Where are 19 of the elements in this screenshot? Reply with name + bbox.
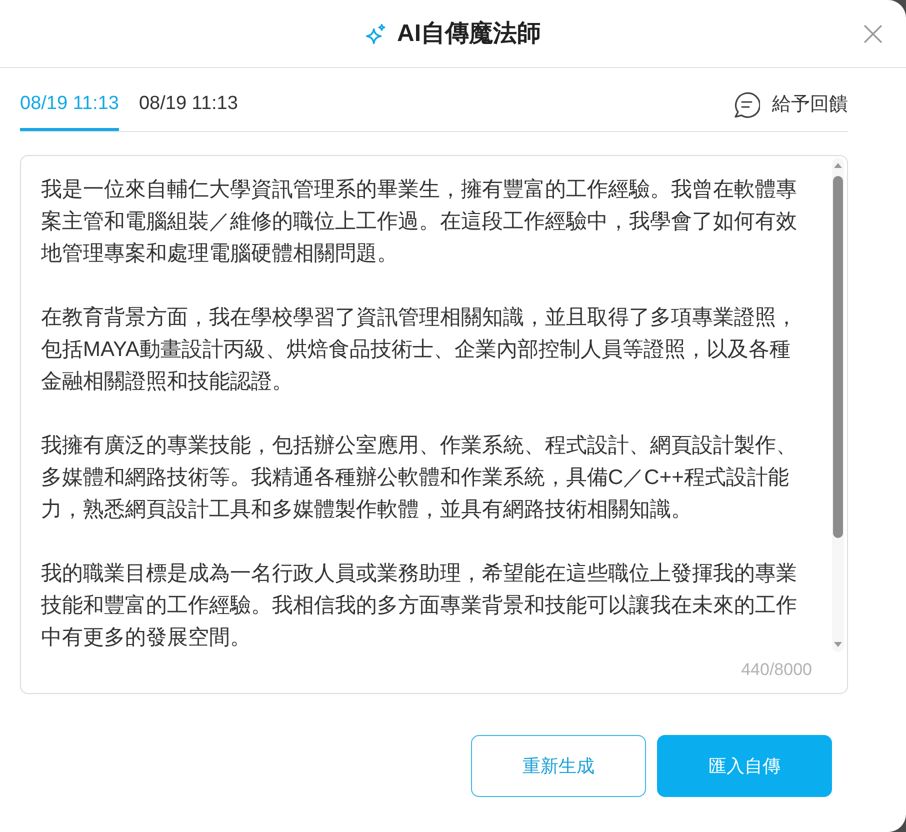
scroll-thumb[interactable] xyxy=(833,176,843,538)
dialog-title: AI自傳魔法師 xyxy=(397,18,541,48)
close-button[interactable] xyxy=(864,24,882,42)
scroll-down-icon[interactable] xyxy=(834,642,842,647)
text-area[interactable] xyxy=(20,155,848,694)
paragraph-text: 我擁有廣泛的專業技能，包括辦公室應用、作業系統、程式設計、網頁設計製作、多媒體和網路技術等。我精通各種辦公軟體和作業系統，具備C／C++程式設計能力，熟悉網頁設計工具和多媒體製作軟體，並具有網路技術相關知識。 xyxy=(41,433,798,523)
tab[interactable]: 08/19 11:13 xyxy=(20,92,119,131)
paragraph-text: 在教育背景方面，我在學校學習了資訊管理相關知識，並且取得了多項專業證照，包括MAYA動畫設計丙級、烘焙食品技術士、企業內部控制人員等證照，以及各種金融相關證照和技能認證。 xyxy=(41,305,798,395)
action-button[interactable]: 重新生成 xyxy=(471,735,646,797)
paragraph-text: 我是一位來自輔仁大學資訊管理系的畢業生，擁有豐富的工作經驗。我曾在軟體專案主管和電腦組裝／維修的職位上工作過。在這段工作經驗中，我學會了如何有效地管理專案和處理電腦硬體相關問題。 xyxy=(41,177,798,267)
scroll-up-icon[interactable] xyxy=(834,163,842,168)
chat-bubble-icon xyxy=(733,91,760,118)
close-icon xyxy=(864,24,882,42)
character-count: 440/8000 xyxy=(740,659,813,681)
sparkle-icon xyxy=(365,22,387,44)
action-button[interactable]: 匯入自傳 xyxy=(657,735,832,797)
feedback-button[interactable]: 給予回饋 xyxy=(733,91,848,118)
paragraph-text: 我的職業目標是成為一名行政人員或業務助理，希望能在這些職位上發揮我的專業技能和豐富的工作經驗。我相信我的多方面專業背景和技能可以讓我在未來的工作中有更多的發展空間。 xyxy=(41,561,798,651)
tab[interactable]: 08/19 11:13 xyxy=(138,92,238,131)
